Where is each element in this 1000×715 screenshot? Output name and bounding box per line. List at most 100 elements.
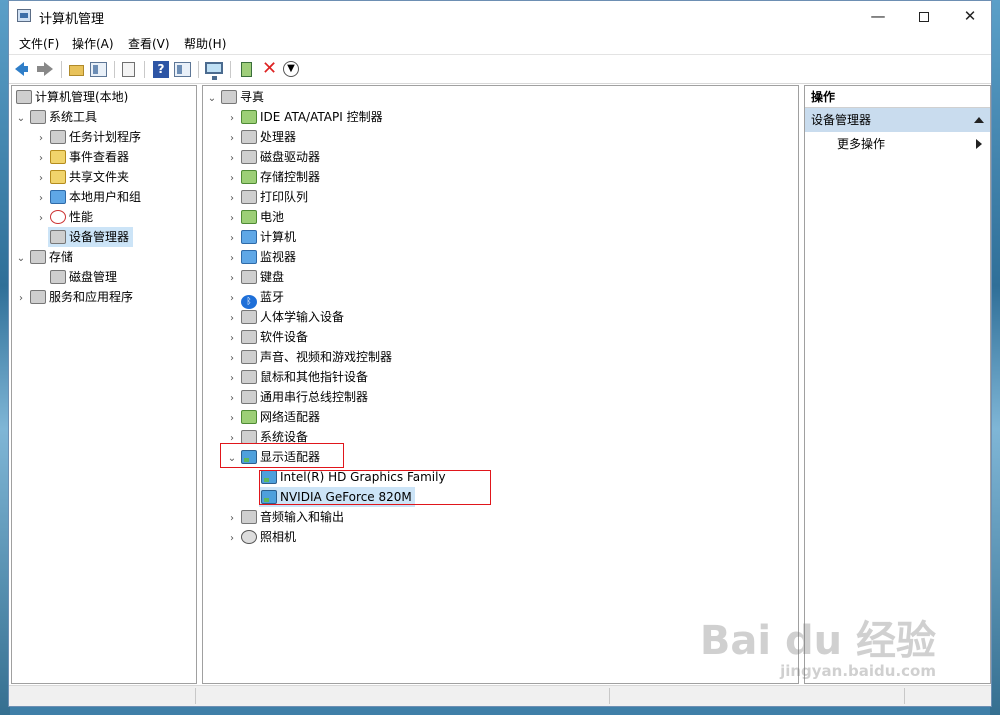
- tree-item-task-scheduler[interactable]: › 任务计划程序: [34, 127, 141, 147]
- tree-item-device-manager[interactable]: 设备管理器: [48, 227, 134, 247]
- software-device-icon: [241, 330, 257, 344]
- toolbar: ? ✕ ▼: [9, 54, 991, 84]
- device-category-label: 软件设备: [260, 330, 309, 344]
- device-category-label: 蓝牙: [260, 290, 285, 304]
- device-category[interactable]: › 电池: [225, 207, 284, 227]
- properties-button[interactable]: [119, 60, 139, 79]
- chevron-right-icon[interactable]: ›: [225, 309, 239, 329]
- ide-controller-icon: [241, 110, 257, 124]
- tree-item-disk-management[interactable]: 磁盘管理: [48, 267, 117, 287]
- help-button[interactable]: ?: [151, 60, 171, 79]
- chevron-right-icon[interactable]: ›: [225, 269, 239, 289]
- device-category[interactable]: › 声音、视频和游戏控制器: [225, 347, 392, 367]
- device-category[interactable]: › 人体学输入设备: [225, 307, 344, 327]
- chevron-right-icon[interactable]: ›: [225, 129, 239, 149]
- back-button[interactable]: [13, 60, 33, 79]
- maximize-button[interactable]: [901, 1, 947, 31]
- tree-item-system-tools[interactable]: ⌄ 系统工具: [14, 107, 97, 127]
- storage-icon: [30, 250, 46, 264]
- chevron-right-icon[interactable]: ›: [225, 209, 239, 229]
- tree-item-storage[interactable]: ⌄ 存储: [14, 247, 73, 267]
- forward-button[interactable]: [35, 60, 55, 79]
- tree-label: 任务计划程序: [69, 130, 142, 144]
- device-category[interactable]: › 通用串行总线控制器: [225, 387, 368, 407]
- disk-drive-icon: [241, 150, 257, 164]
- chevron-right-icon[interactable]: ›: [225, 169, 239, 189]
- chevron-right-icon[interactable]: ›: [225, 529, 239, 549]
- chevron-right-icon[interactable]: ›: [225, 289, 239, 309]
- chevron-right-icon[interactable]: ›: [34, 129, 48, 149]
- update-driver-button[interactable]: [237, 60, 257, 79]
- device-category[interactable]: › ᛒ 蓝牙: [225, 287, 285, 309]
- close-button[interactable]: ✕: [947, 1, 993, 31]
- chevron-right-icon[interactable]: ›: [34, 209, 48, 229]
- minimize-button[interactable]: —: [855, 1, 901, 31]
- chevron-right-icon[interactable]: ›: [225, 109, 239, 129]
- device-category[interactable]: › 计算机: [225, 227, 296, 247]
- device-category[interactable]: › 照相机: [225, 527, 296, 547]
- device-category-label: 网络适配器: [260, 410, 321, 424]
- more-actions-label: 更多操作: [837, 137, 886, 151]
- toolbar-separator: [198, 61, 199, 78]
- chevron-right-icon[interactable]: ›: [14, 289, 28, 309]
- more-actions-item[interactable]: 更多操作: [805, 132, 990, 156]
- chevron-right-icon[interactable]: ›: [34, 149, 48, 169]
- up-level-button[interactable]: [67, 60, 87, 79]
- tree-item-shared-folders[interactable]: › 共享文件夹: [34, 167, 129, 187]
- tools-icon: [30, 110, 46, 124]
- show-hide-tree-button[interactable]: [89, 60, 109, 79]
- tree-item-computer-management[interactable]: 计算机管理(本地): [14, 87, 128, 107]
- computer-icon: [241, 230, 257, 244]
- title-bar[interactable]: 计算机管理 — ✕: [9, 1, 991, 31]
- chevron-right-icon[interactable]: ›: [225, 409, 239, 429]
- tree-label: 共享文件夹: [69, 170, 130, 184]
- toolbar-separator: [230, 61, 231, 78]
- chevron-down-icon[interactable]: ⌄: [14, 249, 28, 269]
- chevron-right-icon[interactable]: ›: [225, 329, 239, 349]
- device-category[interactable]: › 处理器: [225, 127, 296, 147]
- chevron-right-icon[interactable]: ›: [225, 509, 239, 529]
- disable-device-button[interactable]: ▼: [281, 60, 301, 79]
- chevron-right-icon[interactable]: ›: [34, 169, 48, 189]
- action-pane-button[interactable]: [173, 60, 193, 79]
- device-category[interactable]: › 鼠标和其他指针设备: [225, 367, 368, 387]
- collapse-caret-icon[interactable]: [974, 117, 984, 123]
- chevron-right-icon[interactable]: ›: [225, 229, 239, 249]
- uninstall-device-button[interactable]: ✕: [259, 58, 279, 79]
- chevron-right-icon[interactable]: ›: [225, 369, 239, 389]
- tree-item-event-viewer[interactable]: › 事件查看器: [34, 147, 129, 167]
- battery-icon: [241, 210, 257, 224]
- device-category[interactable]: › 音频输入和输出: [225, 507, 344, 527]
- chevron-right-icon[interactable]: ›: [225, 149, 239, 169]
- menu-help[interactable]: 帮助(H): [184, 35, 226, 52]
- device-category[interactable]: › 磁盘驱动器: [225, 147, 320, 167]
- device-category[interactable]: › 软件设备: [225, 327, 308, 347]
- chevron-down-icon[interactable]: ⌄: [205, 89, 219, 109]
- chevron-right-icon[interactable]: ›: [225, 349, 239, 369]
- system-device-icon: [241, 430, 257, 444]
- device-tree-pane: ⌄ 寻真 › IDE ATA/ATAPI 控制器 › 处理器 › 磁盘驱动器 › 存储控制…: [202, 85, 799, 684]
- device-category[interactable]: › 网络适配器: [225, 407, 320, 427]
- status-divider: [904, 688, 905, 704]
- chevron-right-icon[interactable]: ›: [225, 189, 239, 209]
- device-category[interactable]: › 打印队列: [225, 187, 308, 207]
- printer-icon: [241, 190, 257, 204]
- tree-item-local-users[interactable]: › 本地用户和组: [34, 187, 141, 207]
- device-category[interactable]: › 键盘: [225, 267, 284, 287]
- device-root[interactable]: ⌄ 寻真: [205, 87, 264, 107]
- chevron-down-icon[interactable]: ⌄: [14, 109, 28, 129]
- device-category[interactable]: › IDE ATA/ATAPI 控制器: [225, 107, 383, 127]
- device-category[interactable]: › 监视器: [225, 247, 296, 267]
- tree-item-services-apps[interactable]: › 服务和应用程序: [14, 287, 133, 307]
- chevron-right-icon[interactable]: ›: [34, 189, 48, 209]
- chevron-right-icon[interactable]: ›: [225, 389, 239, 409]
- action-section-device-manager[interactable]: 设备管理器: [805, 108, 990, 132]
- tree-item-performance[interactable]: › 性能: [34, 207, 93, 227]
- menu-action[interactable]: 操作(A): [72, 35, 114, 52]
- down-arrow-circle-icon: ▼: [283, 61, 299, 77]
- device-category[interactable]: › 存储控制器: [225, 167, 320, 187]
- chevron-right-icon[interactable]: ›: [225, 249, 239, 269]
- menu-file[interactable]: 文件(F): [19, 35, 59, 52]
- scan-hardware-button[interactable]: [204, 60, 224, 80]
- menu-view[interactable]: 查看(V): [128, 35, 170, 52]
